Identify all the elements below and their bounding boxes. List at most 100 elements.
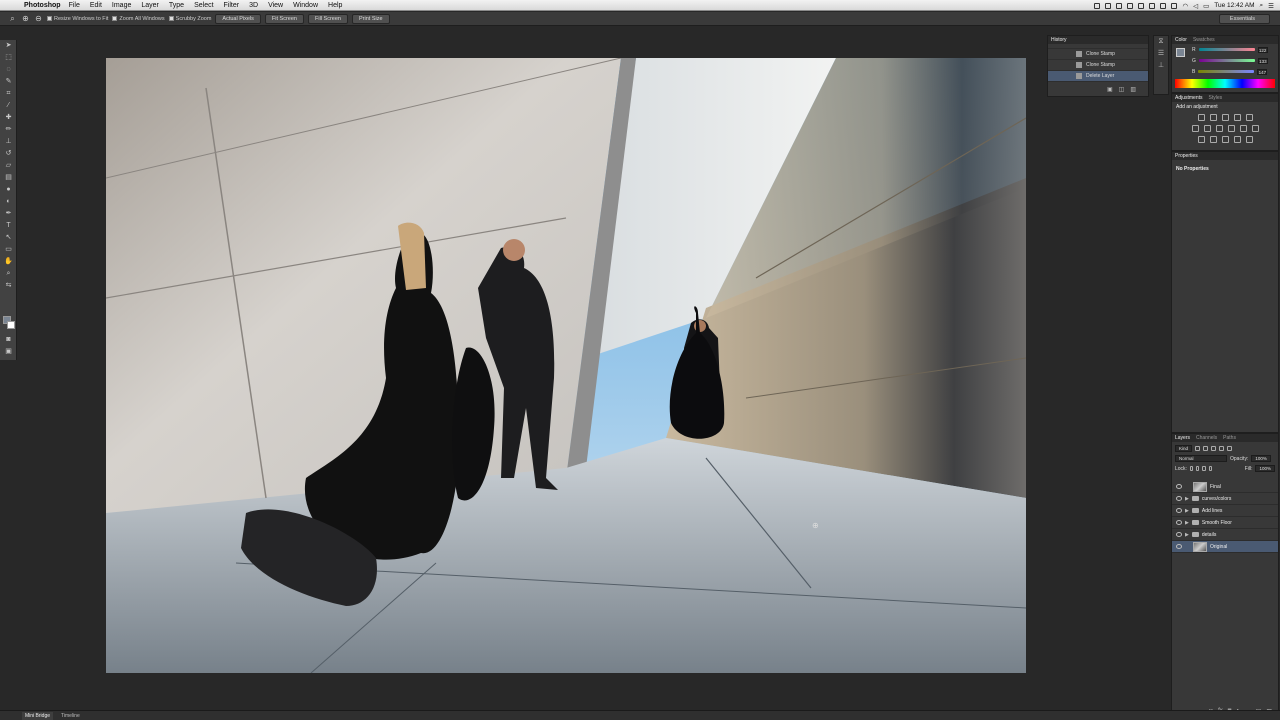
lock-image-icon[interactable] [1196, 466, 1200, 471]
history-brush-tool-icon[interactable]: ↺ [0, 148, 17, 160]
zoom-all-windows-checkbox[interactable]: Zoom All Windows [112, 16, 165, 22]
layer-group-row[interactable]: ▶ curves/colors [1172, 493, 1278, 505]
fit-screen-button[interactable]: Fit Screen [264, 13, 304, 24]
visibility-eye-icon[interactable] [1176, 520, 1182, 525]
blend-mode-select[interactable]: Normal [1175, 455, 1227, 462]
layer-filter-kind-select[interactable]: Kind [1175, 445, 1193, 452]
hue-saturation-icon[interactable] [1191, 125, 1199, 132]
tab-timeline[interactable]: Timeline [61, 713, 80, 719]
lock-position-icon[interactable] [1202, 466, 1206, 471]
menu-3d[interactable]: 3D [249, 2, 258, 9]
layer-group-row[interactable]: ▶ details [1172, 529, 1278, 541]
disclosure-triangle-icon[interactable]: ▶ [1185, 496, 1189, 502]
properties-panel-icon[interactable]: ☰ [1154, 48, 1168, 60]
selective-color-icon[interactable] [1245, 136, 1253, 143]
filter-type-icon[interactable] [1211, 446, 1217, 451]
tab-layers[interactable]: Layers [1175, 435, 1190, 441]
status-icon-8[interactable] [1171, 2, 1178, 9]
blur-tool-icon[interactable]: ● [0, 184, 17, 196]
workspace-switcher[interactable]: Essentials [1218, 14, 1270, 24]
brightness-contrast-icon[interactable] [1197, 114, 1205, 121]
gradient-tool-icon[interactable]: ▤ [0, 172, 17, 184]
eyedropper-tool-icon[interactable]: ⁄ [0, 100, 17, 112]
layer-name[interactable]: curves/colors [1202, 496, 1231, 502]
layer-group-row[interactable]: ▶ Add lines [1172, 505, 1278, 517]
photo-filter-icon[interactable] [1227, 125, 1235, 132]
disclosure-triangle-icon[interactable]: ▶ [1185, 520, 1189, 526]
filter-smart-object-icon[interactable] [1227, 446, 1233, 451]
dodge-tool-icon[interactable]: ◐ [0, 196, 17, 208]
layer-name[interactable]: Add lines [1202, 508, 1223, 514]
opacity-field[interactable]: 100% [1251, 455, 1271, 462]
layer-group-row[interactable]: ▶ Smooth Floor [1172, 517, 1278, 529]
exposure-icon[interactable] [1233, 114, 1241, 121]
crop-tool-icon[interactable]: ⌗ [0, 88, 17, 100]
invert-icon[interactable] [1197, 136, 1205, 143]
tab-mini-bridge[interactable]: Mini Bridge [22, 711, 54, 720]
document-photo[interactable] [106, 58, 1026, 673]
layer-name[interactable]: Final [1210, 484, 1221, 490]
tab-color[interactable]: Color [1175, 37, 1187, 43]
actual-pixels-button[interactable]: Actual Pixels [215, 13, 261, 24]
delete-state-icon[interactable]: ▥ [1130, 86, 1136, 93]
status-icon-2[interactable] [1105, 2, 1112, 9]
status-icon-4[interactable] [1127, 2, 1134, 9]
zoom-in-icon[interactable]: ⊕ [21, 14, 30, 23]
levels-icon[interactable] [1209, 114, 1217, 121]
red-slider[interactable] [1198, 48, 1255, 51]
threshold-icon[interactable] [1221, 136, 1229, 143]
blue-value[interactable]: 147 [1257, 68, 1268, 75]
visibility-eye-icon[interactable] [1176, 532, 1182, 537]
menu-layer[interactable]: Layer [141, 2, 159, 9]
filter-pixel-icon[interactable] [1195, 446, 1201, 451]
app-menu[interactable]: Photoshop [24, 2, 61, 9]
history-row[interactable]: Clone Stamp [1048, 60, 1148, 71]
blue-slider[interactable] [1198, 70, 1255, 73]
status-icon-6[interactable] [1149, 2, 1156, 9]
tab-adjustments[interactable]: Adjustments [1175, 95, 1203, 101]
gradient-map-icon[interactable] [1233, 136, 1241, 143]
menu-help[interactable]: Help [328, 2, 342, 9]
filter-shape-icon[interactable] [1219, 446, 1225, 451]
layer-row-selected[interactable]: Original [1172, 541, 1278, 553]
curves-icon[interactable] [1221, 114, 1229, 121]
zoom-out-icon[interactable]: ⊖ [34, 14, 43, 23]
marquee-tool-icon[interactable]: ⬚ [0, 52, 17, 64]
resize-windows-checkbox[interactable]: Resize Windows to Fit [47, 16, 108, 22]
clone-source-panel-icon[interactable]: ⊥ [1154, 60, 1168, 72]
tab-styles[interactable]: Styles [1209, 95, 1223, 101]
menu-filter[interactable]: Filter [224, 2, 240, 9]
menu-edit[interactable]: Edit [90, 2, 102, 9]
layer-name[interactable]: Smooth Floor [1202, 520, 1232, 526]
history-tab[interactable]: History [1051, 37, 1067, 43]
channel-mixer-icon[interactable] [1239, 125, 1247, 132]
zoom-tool-side-icon[interactable]: ⌕ [0, 268, 17, 280]
lock-all-icon[interactable] [1208, 466, 1212, 471]
status-icon-5[interactable] [1138, 2, 1145, 9]
tab-properties[interactable]: Properties [1175, 153, 1198, 159]
visibility-eye-icon[interactable] [1176, 496, 1182, 501]
layer-name[interactable]: Original [1210, 544, 1227, 550]
shape-tool-icon[interactable]: ▭ [0, 244, 17, 256]
disclosure-triangle-icon[interactable]: ▶ [1185, 532, 1189, 538]
menu-file[interactable]: File [69, 2, 80, 9]
color-spectrum-ramp[interactable] [1175, 79, 1275, 88]
screen-mode-icon[interactable]: ▣ [0, 346, 17, 358]
scrubby-zoom-checkbox[interactable]: Scrubby Zoom [168, 16, 211, 22]
visibility-eye-icon[interactable] [1176, 508, 1182, 513]
menu-view[interactable]: View [268, 2, 283, 9]
wifi-icon[interactable]: ◠ [1182, 2, 1188, 10]
quick-mask-icon[interactable]: ◙ [0, 334, 17, 346]
vibrance-icon[interactable] [1245, 114, 1253, 121]
green-slider[interactable] [1198, 59, 1255, 62]
healing-brush-tool-icon[interactable]: ✚ [0, 112, 17, 124]
tab-channels[interactable]: Channels [1196, 435, 1217, 441]
path-select-tool-icon[interactable]: ↖ [0, 232, 17, 244]
type-tool-icon[interactable]: T [0, 220, 17, 232]
fill-screen-button[interactable]: Fill Screen [308, 13, 348, 24]
clone-stamp-tool-icon[interactable]: ⊥ [0, 136, 17, 148]
new-document-from-state-icon[interactable]: ▣ [1107, 86, 1113, 93]
posterize-icon[interactable] [1209, 136, 1217, 143]
status-icon-1[interactable] [1094, 2, 1101, 9]
menu-type[interactable]: Type [169, 2, 184, 9]
